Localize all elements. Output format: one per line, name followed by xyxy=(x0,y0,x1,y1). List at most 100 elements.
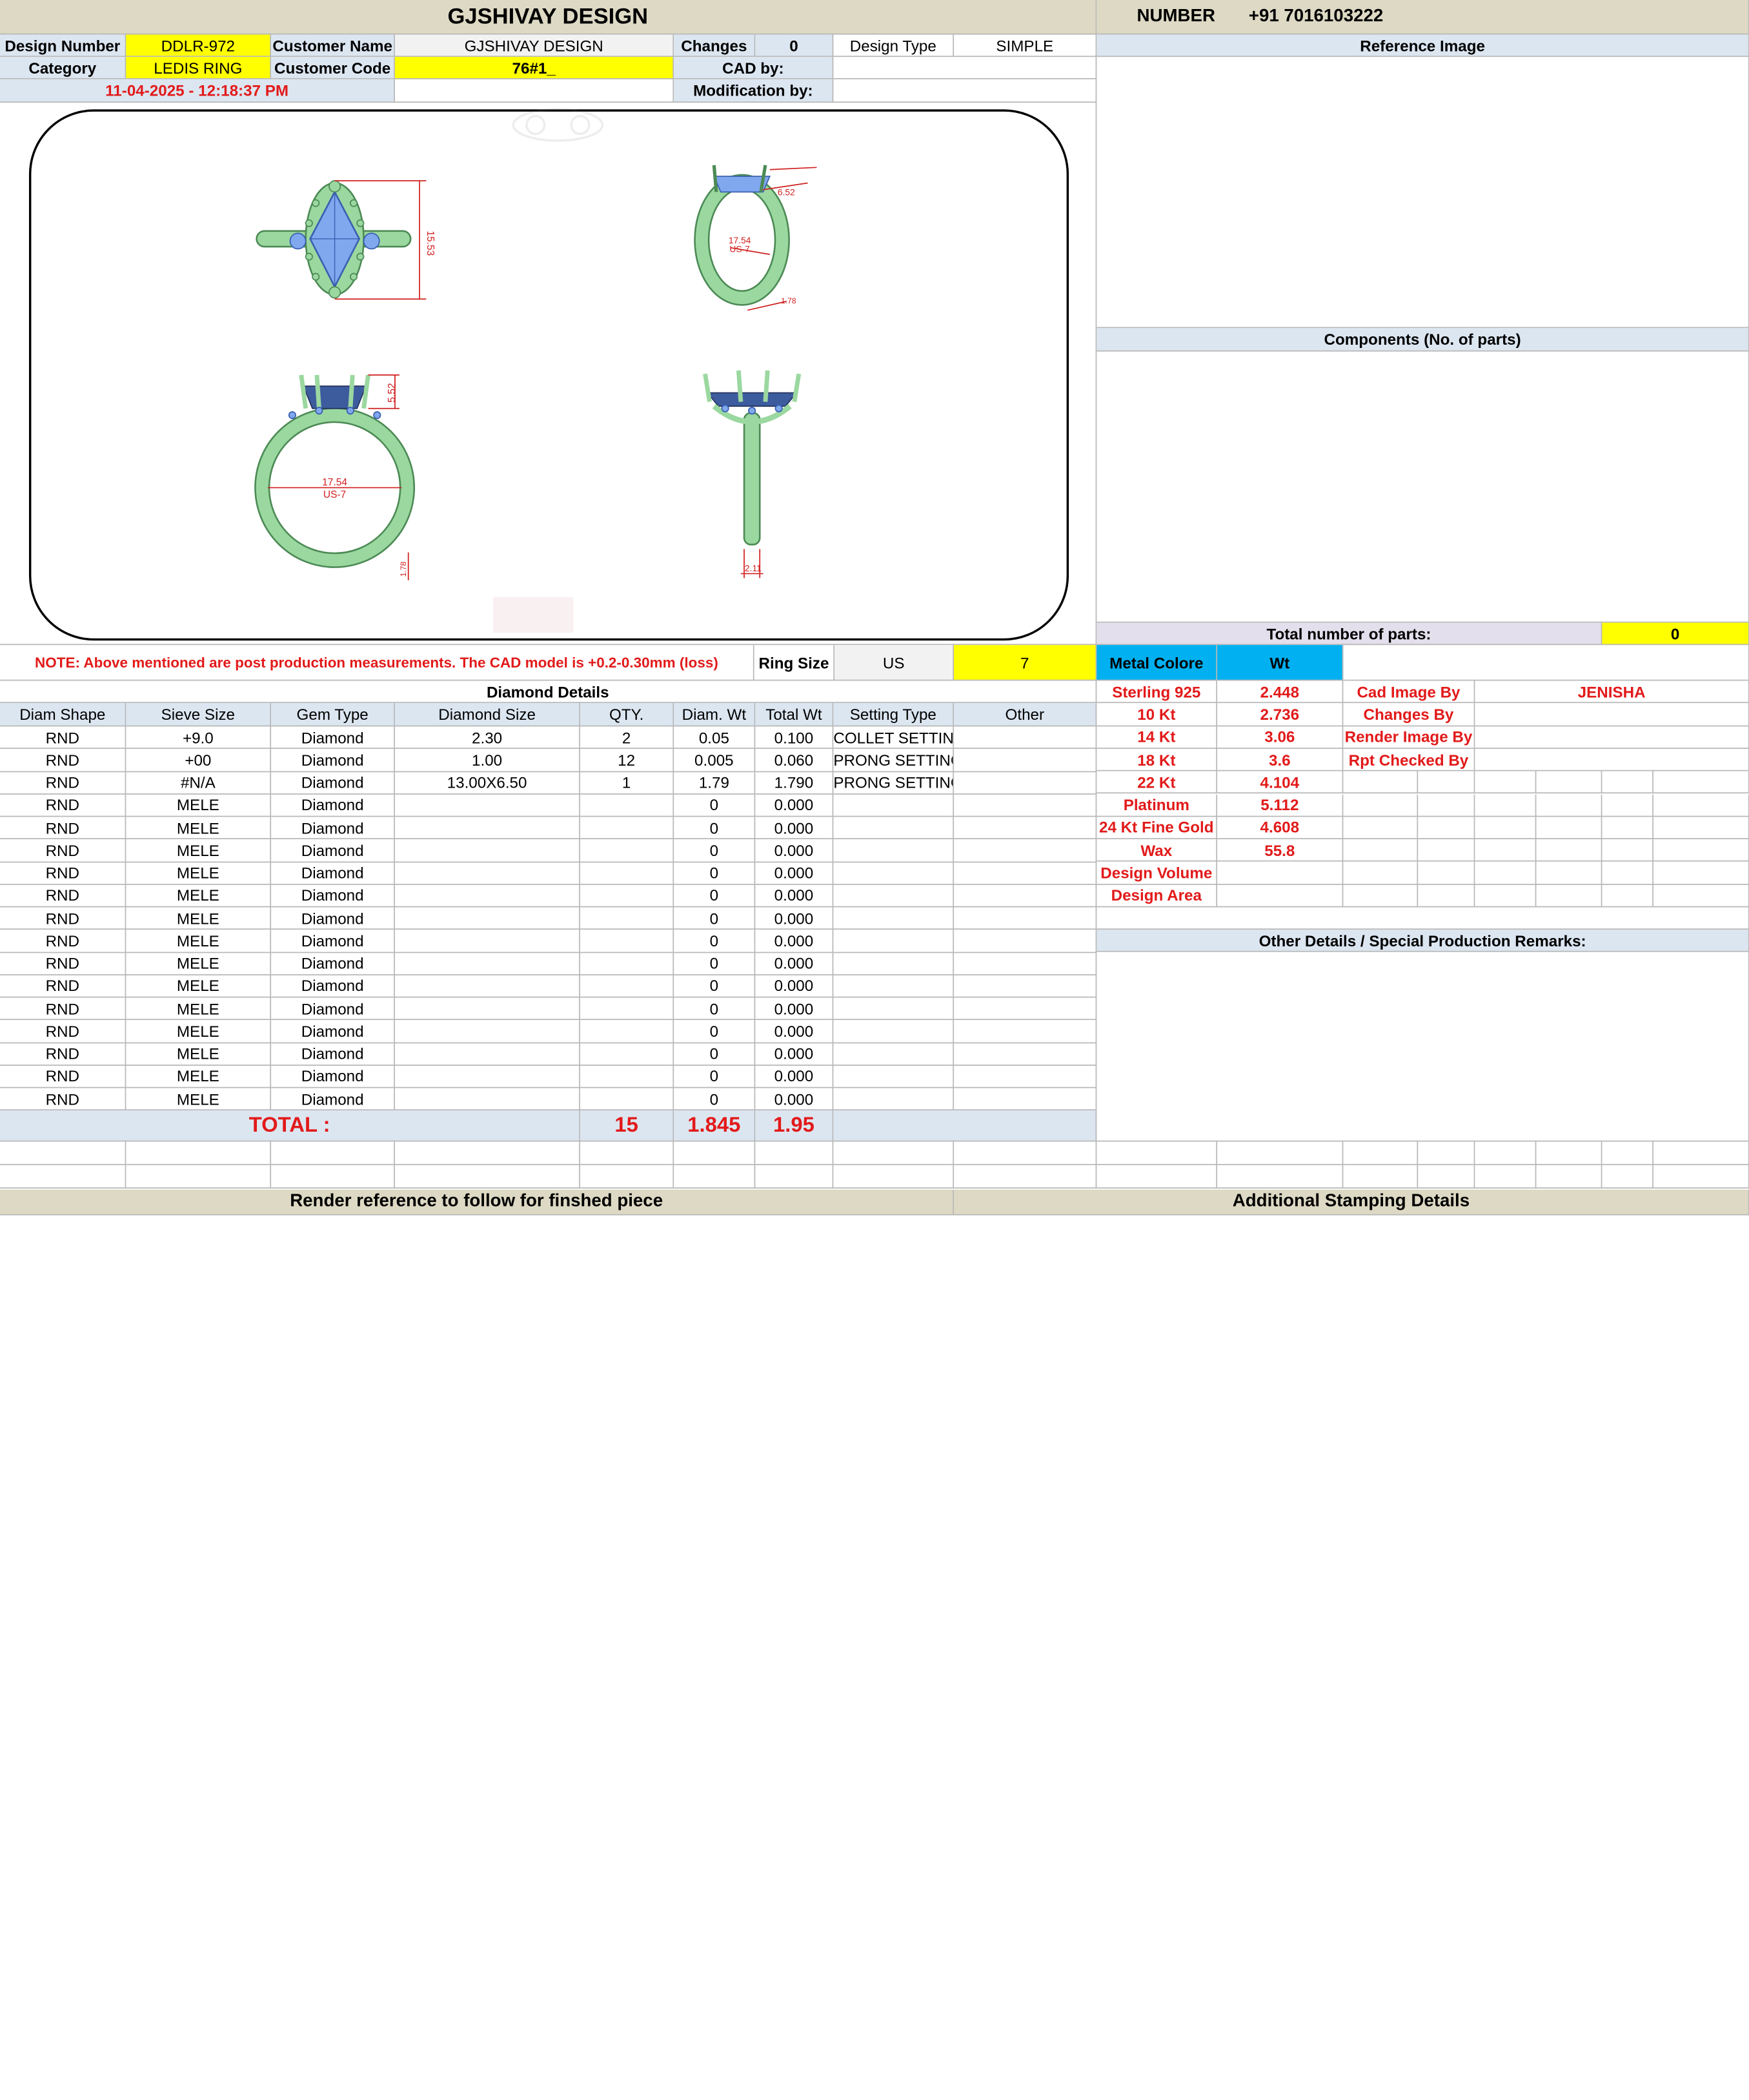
cell-diamond-size[interactable] xyxy=(394,1043,580,1066)
cell-sieve-size[interactable]: MELE xyxy=(126,884,272,908)
cell-total-wt[interactable]: 0.000 xyxy=(755,862,834,885)
cell-setting-type[interactable] xyxy=(833,975,955,998)
cell-diamond-size[interactable] xyxy=(394,952,580,975)
cell-diam-wt[interactable]: 0 xyxy=(674,884,756,908)
cell-total-wt[interactable]: 0.000 xyxy=(755,997,834,1021)
cell-other[interactable] xyxy=(954,975,1097,998)
cell-diam-shape[interactable]: RND xyxy=(0,1020,126,1043)
cell-gem-type[interactable]: Diamond xyxy=(271,817,395,840)
metal-weight[interactable] xyxy=(1217,862,1344,885)
cell-gem-type[interactable]: Diamond xyxy=(271,862,395,885)
cell-setting-type[interactable] xyxy=(833,839,955,862)
cell-sieve-size[interactable]: MELE xyxy=(126,1088,272,1111)
cell-setting-type[interactable] xyxy=(833,930,955,953)
ring-size-unit[interactable]: US xyxy=(834,645,955,681)
cell-total-wt[interactable]: 0.000 xyxy=(755,1088,834,1111)
metal-weight[interactable]: 4.608 xyxy=(1217,817,1344,840)
cell-setting-type[interactable]: COLLET SETTING xyxy=(833,726,955,749)
cell-diam-wt[interactable]: 0 xyxy=(674,997,756,1021)
cell-gem-type[interactable]: Diamond xyxy=(271,930,395,953)
design-type[interactable]: SIMPLE xyxy=(954,34,1097,57)
cell-gem-type[interactable]: Diamond xyxy=(271,1088,395,1111)
role-person[interactable] xyxy=(1475,703,1749,726)
cell-setting-type[interactable] xyxy=(833,907,955,930)
cell-sieve-size[interactable]: MELE xyxy=(126,862,272,885)
cell-other[interactable] xyxy=(954,817,1097,840)
cell-diam-shape[interactable]: RND xyxy=(0,884,126,908)
cell-sieve-size[interactable]: MELE xyxy=(126,907,272,930)
cell-setting-type[interactable] xyxy=(833,952,955,975)
cell-setting-type[interactable] xyxy=(833,862,955,885)
cell-diamond-size[interactable] xyxy=(394,975,580,998)
metal-weight[interactable]: 4.104 xyxy=(1217,771,1344,794)
cell-diam-wt[interactable]: 0 xyxy=(674,1043,756,1066)
cell-setting-type[interactable]: PRONG SETTING xyxy=(833,749,955,772)
cell-other[interactable] xyxy=(954,726,1097,749)
cell-other[interactable] xyxy=(954,749,1097,772)
cell-diam-wt[interactable]: 0.005 xyxy=(674,749,756,772)
cell-qty[interactable] xyxy=(580,839,674,862)
cell-other[interactable] xyxy=(954,1043,1097,1066)
cell-diam-shape[interactable]: RND xyxy=(0,726,126,749)
cell-gem-type[interactable]: Diamond xyxy=(271,907,395,930)
cell-gem-type[interactable]: Diamond xyxy=(271,1065,395,1088)
cell-diam-shape[interactable]: RND xyxy=(0,952,126,975)
cell-total-wt[interactable]: 0.000 xyxy=(755,884,834,908)
cell-diamond-size[interactable] xyxy=(394,1088,580,1111)
cell-qty[interactable] xyxy=(580,997,674,1021)
cell-diamond-size[interactable]: 1.00 xyxy=(394,749,580,772)
cell-qty[interactable] xyxy=(580,1020,674,1043)
cell-sieve-size[interactable]: MELE xyxy=(126,952,272,975)
cell-sieve-size[interactable]: MELE xyxy=(126,930,272,953)
cell-qty[interactable] xyxy=(580,1065,674,1088)
cell-other[interactable] xyxy=(954,1065,1097,1088)
cell-qty[interactable] xyxy=(580,1043,674,1066)
cell-sieve-size[interactable]: +00 xyxy=(126,749,272,772)
cell-diamond-size[interactable]: 13.00X6.50 xyxy=(394,771,580,795)
cell-total-wt[interactable]: 0.000 xyxy=(755,952,834,975)
cell-diam-shape[interactable]: RND xyxy=(0,997,126,1021)
cell-sieve-size[interactable]: MELE xyxy=(126,817,272,840)
cell-diamond-size[interactable] xyxy=(394,862,580,885)
cell-diam-shape[interactable]: RND xyxy=(0,771,126,795)
metal-weight[interactable]: 3.6 xyxy=(1217,748,1344,771)
cell-diamond-size[interactable] xyxy=(394,817,580,840)
cell-diam-wt[interactable]: 0 xyxy=(674,1088,756,1111)
cell-diam-shape[interactable]: RND xyxy=(0,749,126,772)
cell-total-wt[interactable]: 0.000 xyxy=(755,1065,834,1088)
cell-total-wt[interactable]: 0.000 xyxy=(755,907,834,930)
role-person[interactable]: JENISHA xyxy=(1475,680,1749,704)
cell-diam-wt[interactable]: 0 xyxy=(674,862,756,885)
cell-qty[interactable] xyxy=(580,930,674,953)
cell-diamond-size[interactable] xyxy=(394,839,580,862)
cell-diam-shape[interactable]: RND xyxy=(0,862,126,885)
cell-setting-type[interactable]: PRONG SETTING xyxy=(833,771,955,795)
cell-sieve-size[interactable]: MELE xyxy=(126,1020,272,1043)
cell-diamond-size[interactable] xyxy=(394,907,580,930)
cell-qty[interactable] xyxy=(580,862,674,885)
cell-sieve-size[interactable]: MELE xyxy=(126,1065,272,1088)
cell-setting-type[interactable] xyxy=(833,884,955,908)
cell-other[interactable] xyxy=(954,997,1097,1021)
cell-diamond-size[interactable] xyxy=(394,1065,580,1088)
cell-diamond-size[interactable] xyxy=(394,794,580,817)
cell-qty[interactable]: 1 xyxy=(580,771,674,795)
ring-size-value[interactable]: 7 xyxy=(954,645,1097,681)
cell-qty[interactable] xyxy=(580,794,674,817)
cell-gem-type[interactable]: Diamond xyxy=(271,771,395,795)
category[interactable]: LEDIS RING xyxy=(126,57,272,79)
design-number[interactable]: DDLR-972 xyxy=(126,34,272,57)
cell-qty[interactable] xyxy=(580,975,674,998)
metal-weight[interactable]: 2.448 xyxy=(1217,680,1344,704)
cell-total-wt[interactable]: 0.100 xyxy=(755,726,834,749)
cell-qty[interactable]: 2 xyxy=(580,726,674,749)
cell-diamond-size[interactable] xyxy=(394,997,580,1021)
components-area[interactable] xyxy=(1097,351,1749,623)
customer-name[interactable]: GJSHIVAY DESIGN xyxy=(394,34,674,57)
cell-qty[interactable] xyxy=(580,1088,674,1111)
cell-gem-type[interactable]: Diamond xyxy=(271,997,395,1021)
cell-diamond-size[interactable] xyxy=(394,930,580,953)
cell-diam-shape[interactable]: RND xyxy=(0,1065,126,1088)
metal-weight[interactable]: 3.06 xyxy=(1217,726,1344,749)
cell-total-wt[interactable]: 0.000 xyxy=(755,1043,834,1066)
